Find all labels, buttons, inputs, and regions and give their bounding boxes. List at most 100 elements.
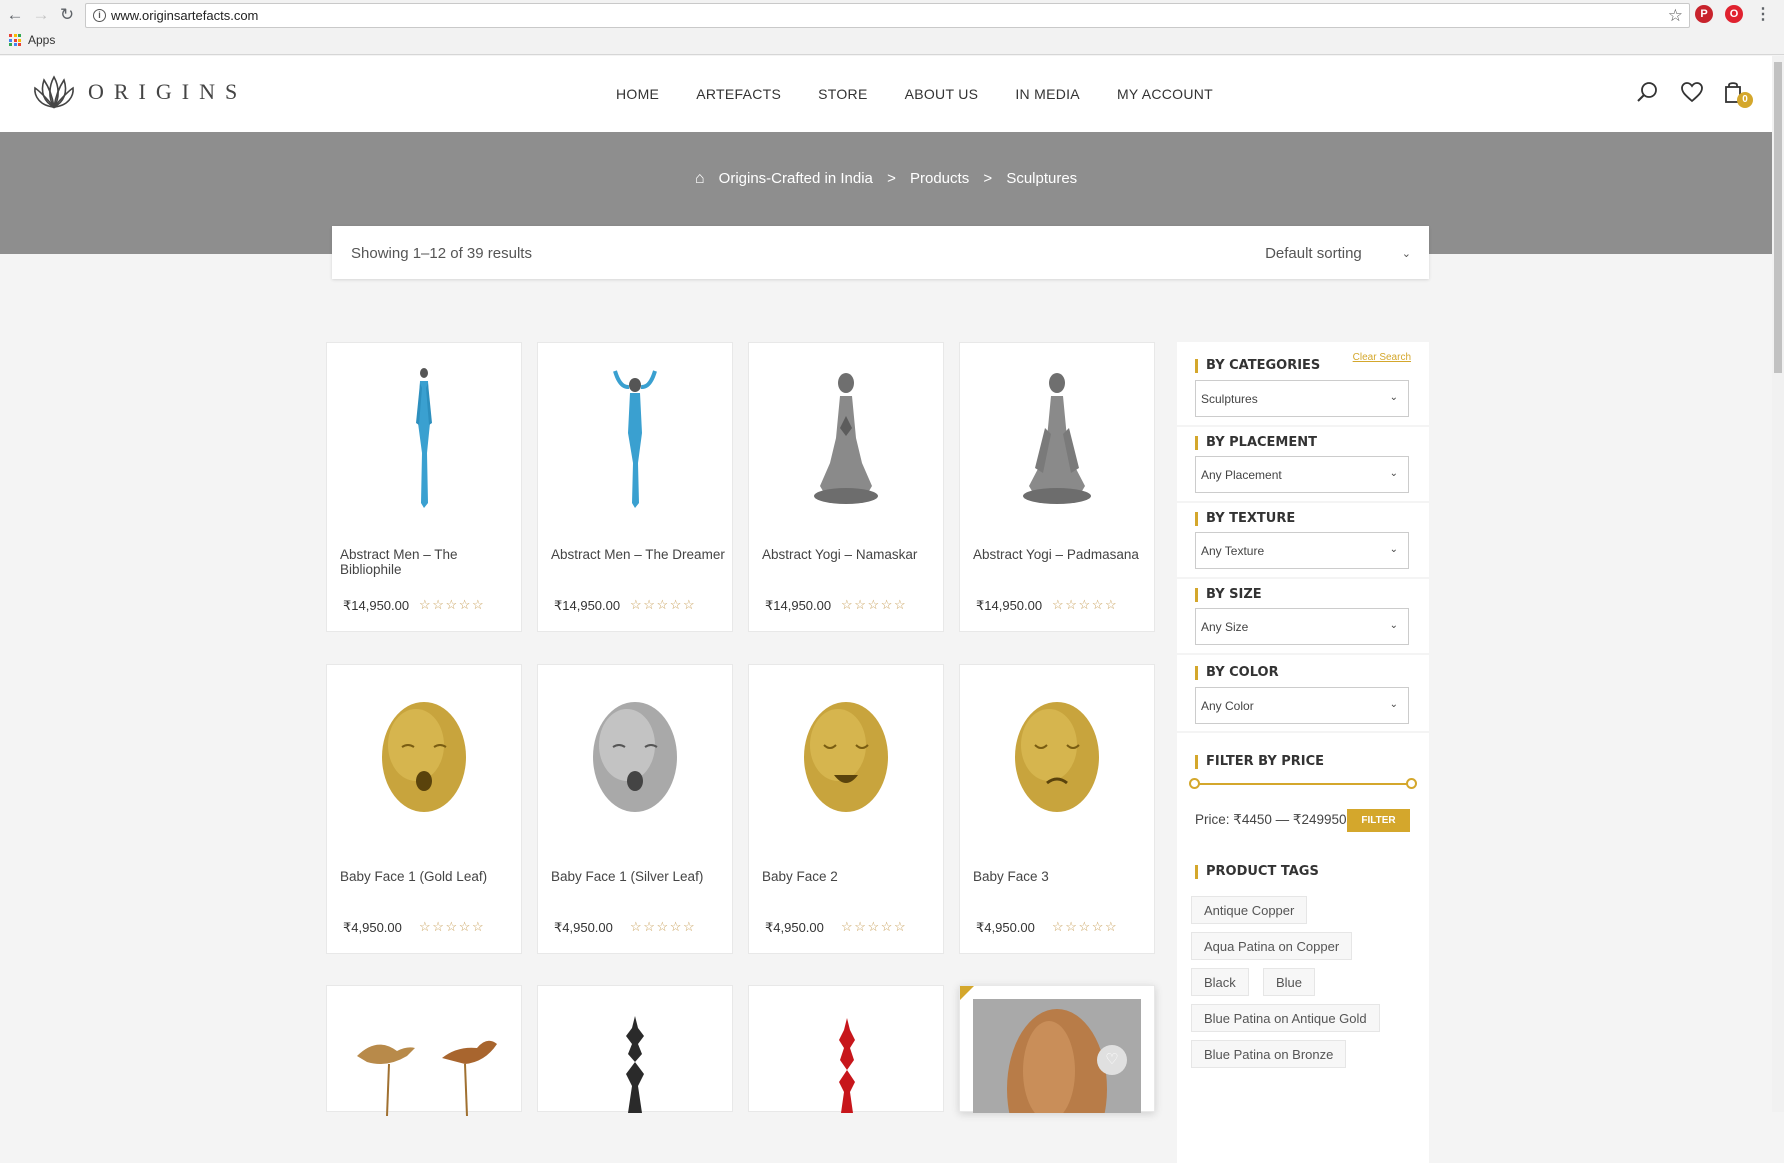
product-image[interactable]: ♡ — [973, 999, 1141, 1163]
product-image[interactable] — [749, 353, 943, 523]
sort-dropdown[interactable]: Default sorting ⌄ — [1265, 245, 1411, 262]
product-card[interactable]: Abstract Yogi – Padmasana ₹14,950.00 ☆☆☆… — [959, 342, 1155, 632]
chevron-down-icon: ⌄ — [1401, 248, 1411, 260]
rating-stars: ☆☆☆☆☆ — [1052, 597, 1119, 612]
texture-select[interactable]: Any Texture ⌄ — [1195, 532, 1409, 569]
product-card[interactable]: Abstract Yogi – Namaskar ₹14,950.00 ☆☆☆☆… — [748, 342, 944, 632]
home-icon[interactable]: ⌂ — [695, 170, 705, 187]
product-name[interactable]: Abstract Men – The Dreamer — [551, 547, 726, 562]
opera-icon[interactable]: O — [1725, 5, 1743, 23]
lotus-logo-icon — [34, 75, 74, 109]
blue-figure-image — [613, 370, 657, 508]
forward-arrow-icon[interactable]: → — [30, 4, 52, 26]
widget-title: BY COLOR — [1195, 666, 1279, 680]
product-name[interactable]: Baby Face 1 (Gold Leaf) — [340, 869, 515, 884]
tag-item[interactable]: Aqua Patina on Copper — [1191, 932, 1353, 960]
widget-title: BY CATEGORIES — [1195, 359, 1320, 373]
price-range-label: Price: ₹4450 — ₹249950 — [1195, 812, 1347, 827]
product-card[interactable] — [748, 985, 944, 1113]
breadcrumb-separator: > — [983, 170, 993, 187]
site-header: ORIGINS HOME ARTEFACTS STORE ABOUT US IN… — [0, 56, 1772, 132]
product-price: ₹4,950.00 — [976, 920, 1035, 935]
logo[interactable]: ORIGINS — [32, 74, 247, 110]
product-image[interactable] — [960, 353, 1154, 523]
product-card[interactable]: Baby Face 1 (Gold Leaf) ₹4,950.00 ☆☆☆☆☆ — [326, 664, 522, 954]
widget-title: BY PLACEMENT — [1195, 436, 1317, 450]
price-slider-max-handle[interactable] — [1406, 778, 1417, 789]
tag-item[interactable]: Blue Patina on Antique Gold — [1191, 1004, 1380, 1032]
product-card[interactable] — [537, 985, 733, 1113]
rating-stars: ☆☆☆☆☆ — [841, 597, 908, 612]
info-icon[interactable]: i — [93, 9, 106, 22]
pinterest-icon[interactable]: P — [1695, 5, 1713, 23]
product-name[interactable]: Baby Face 2 — [762, 869, 937, 884]
chevron-down-icon: ⌄ — [1389, 468, 1398, 479]
tag-item[interactable]: Antique Copper — [1191, 896, 1308, 924]
product-card[interactable]: Baby Face 2 ₹4,950.00 ☆☆☆☆☆ — [748, 664, 944, 954]
product-image[interactable] — [327, 675, 521, 845]
product-name[interactable]: Baby Face 3 — [973, 869, 1148, 884]
product-name[interactable]: Baby Face 1 (Silver Leaf) — [551, 869, 726, 884]
size-select[interactable]: Any Size ⌄ — [1195, 608, 1409, 645]
product-image[interactable] — [538, 353, 732, 523]
browser-toolbar: ← → ↻ i www.originsartefacts.com ☆ P O ⋮… — [0, 0, 1784, 55]
category-select[interactable]: Sculptures ⌄ — [1195, 380, 1409, 417]
nav-home[interactable]: HOME — [616, 86, 659, 102]
filter-button[interactable]: FILTER — [1347, 809, 1410, 832]
tag-item[interactable]: Blue Patina on Bronze — [1191, 1040, 1347, 1068]
product-image[interactable] — [749, 675, 943, 845]
product-card[interactable] — [326, 985, 522, 1116]
nav-my-account[interactable]: MY ACCOUNT — [1117, 86, 1213, 102]
price-slider-track[interactable] — [1195, 783, 1413, 785]
heart-icon[interactable] — [1680, 80, 1704, 104]
menu-dots-icon[interactable]: ⋮ — [1752, 4, 1774, 26]
product-card[interactable]: Abstract Men – The Dreamer ₹14,950.00 ☆☆… — [537, 342, 733, 632]
product-card[interactable]: Abstract Men – The Bibliophile ₹14,950.0… — [326, 342, 522, 632]
tag-item[interactable]: Black — [1191, 968, 1249, 996]
page-scrollbar[interactable] — [1772, 56, 1784, 1112]
breadcrumb-home[interactable]: Origins-Crafted in India — [719, 170, 873, 187]
breadcrumb-products[interactable]: Products — [910, 170, 969, 187]
product-name[interactable]: Abstract Yogi – Padmasana — [973, 547, 1148, 562]
product-image[interactable] — [327, 353, 521, 523]
black-finial-image — [626, 1016, 644, 1113]
product-card[interactable]: Baby Face 3 ₹4,950.00 ☆☆☆☆☆ — [959, 664, 1155, 954]
nav-in-media[interactable]: IN MEDIA — [1015, 86, 1080, 102]
nav-about-us[interactable]: ABOUT US — [905, 86, 979, 102]
filter-sidebar: BY CATEGORIES Clear Search Sculptures ⌄ … — [1177, 342, 1429, 1163]
product-card[interactable]: ♡ — [959, 985, 1155, 1163]
address-bar[interactable]: i www.originsartefacts.com ☆ — [85, 3, 1690, 28]
scrollbar-thumb[interactable] — [1774, 62, 1782, 373]
nav-artefacts[interactable]: ARTEFACTS — [696, 86, 781, 102]
product-name[interactable]: Abstract Men – The Bibliophile — [340, 547, 515, 577]
apps-bookmark[interactable]: Apps — [9, 33, 55, 47]
clear-search-link[interactable]: Clear Search — [1353, 352, 1411, 363]
search-icon[interactable] — [1636, 80, 1660, 104]
color-select[interactable]: Any Color ⌄ — [1195, 687, 1409, 724]
product-card[interactable]: Baby Face 1 (Silver Leaf) ₹4,950.00 ☆☆☆☆… — [537, 664, 733, 954]
product-image[interactable] — [538, 675, 732, 845]
logo-text: ORIGINS — [88, 79, 248, 104]
size-widget: BY SIZE Any Size ⌄ — [1177, 579, 1429, 655]
product-image[interactable] — [960, 675, 1154, 845]
tag-item[interactable]: Blue — [1263, 968, 1316, 996]
placement-select[interactable]: Any Placement ⌄ — [1195, 456, 1409, 493]
price-slider-min-handle[interactable] — [1189, 778, 1200, 789]
placement-select-value: Any Placement — [1201, 468, 1282, 482]
wishlist-heart-icon[interactable]: ♡ — [1097, 1045, 1127, 1075]
gold-baby-face-image — [1015, 702, 1099, 812]
product-price: ₹14,950.00 — [554, 598, 621, 613]
gold-baby-face-image — [804, 702, 888, 812]
blue-figure-image — [416, 368, 432, 508]
price-widget: FILTER BY PRICE PRODUCT TAGS Antique Cop… — [1177, 733, 1429, 1163]
product-price: ₹4,950.00 — [343, 920, 402, 935]
product-name[interactable]: Abstract Yogi – Namaskar — [762, 547, 937, 562]
back-arrow-icon[interactable]: ← — [4, 4, 26, 26]
gold-baby-face-image — [382, 702, 466, 812]
url-text[interactable]: www.originsartefacts.com — [111, 8, 258, 23]
widget-title: FILTER BY PRICE — [1195, 755, 1324, 769]
nav-store[interactable]: STORE — [818, 86, 867, 102]
reload-icon[interactable]: ↻ — [56, 4, 78, 26]
product-price: ₹4,950.00 — [765, 920, 824, 935]
bookmark-star-icon[interactable]: ☆ — [1668, 6, 1683, 26]
